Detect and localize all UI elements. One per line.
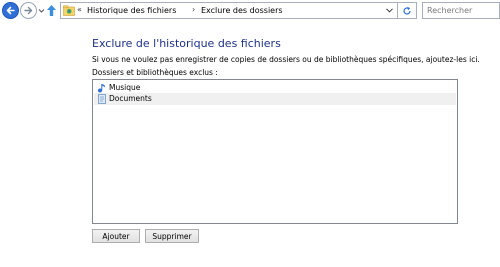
chevron-down-icon [385, 8, 393, 13]
back-arrow-icon [6, 6, 15, 15]
forward-arrow-icon [24, 6, 33, 15]
refresh-icon [403, 6, 411, 15]
address-dropdown-button[interactable] [382, 3, 396, 18]
list-item-documents[interactable]: Documents [94, 93, 456, 105]
music-library-icon [98, 84, 106, 93]
breadcrumb-history[interactable]: Historique des fichiers [87, 6, 176, 15]
page-description: Si vous ne voulez pas enregistrer de cop… [92, 55, 480, 64]
breadcrumb-overflow-icon[interactable]: « [77, 5, 82, 14]
excluded-list-label: Dossiers et bibliothèques exclus : [92, 68, 218, 77]
documents-library-icon [98, 94, 106, 104]
search-box[interactable]: Rechercher [422, 2, 500, 19]
refresh-button[interactable] [397, 3, 416, 18]
add-button[interactable]: Ajouter [92, 229, 140, 243]
page-title: Exclure de l'historique des fichiers [92, 37, 281, 50]
forward-button[interactable] [20, 2, 37, 19]
control-panel-folder-icon [63, 5, 75, 16]
navigation-bar: « Historique des fichiers › Exclure des … [0, 0, 500, 22]
breadcrumb-exclude-folders[interactable]: Exclure des dossiers [201, 6, 283, 15]
search-input[interactable]: Rechercher [427, 6, 472, 15]
address-bar[interactable]: « Historique des fichiers › Exclure des … [60, 2, 417, 19]
list-item-label: Documents [109, 94, 152, 103]
list-item-label: Musique [109, 83, 141, 92]
back-button[interactable] [2, 2, 19, 19]
recent-locations-dropdown-icon[interactable] [38, 7, 45, 14]
excluded-folders-list[interactable]: Musique Documents [92, 79, 458, 224]
breadcrumb-separator-icon[interactable]: › [192, 5, 195, 14]
up-arrow-icon[interactable] [46, 4, 57, 17]
remove-button[interactable]: Supprimer [145, 229, 199, 243]
